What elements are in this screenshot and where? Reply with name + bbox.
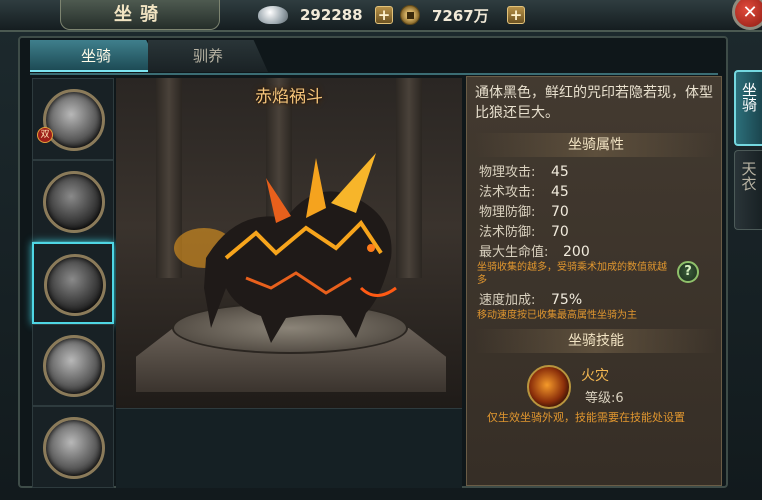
tab-mount[interactable]: 坐骑 <box>30 40 162 72</box>
stat-value: 70 <box>551 224 569 240</box>
skill-name: 火灾 <box>581 368 609 384</box>
mount-portrait-icon <box>43 417 105 479</box>
mount-info-panel: 通体黑色，鲜红的咒印若隐若现，体型比狼还巨大。 坐骑属性 物理攻击: 45 法术攻… <box>466 76 722 486</box>
window-title: 坐骑 <box>60 0 220 30</box>
stat-value: 200 <box>563 244 590 260</box>
stat-value: 45 <box>551 184 569 200</box>
mount-name: 赤焰祸斗 <box>255 87 323 107</box>
skill-level: 等级:6 <box>585 391 624 406</box>
stat-row: 物理防御: 70 <box>479 201 569 220</box>
stat-label: 物理攻击: <box>479 165 536 180</box>
stat-row: 物理攻击: 45 <box>479 161 569 180</box>
sidetab-robe-label: 天衣 <box>739 161 758 191</box>
mount-portrait-icon <box>43 171 105 233</box>
skill-heading: 坐骑技能 <box>475 329 717 353</box>
close-button[interactable]: ✕ <box>732 0 762 30</box>
gold-currency: 7267万 + <box>400 4 525 26</box>
speed-label: 速度加成: <box>479 293 536 308</box>
skill-note: 仅生效坐骑外观，技能需要在技能处设置 <box>487 411 685 424</box>
mount-portrait-icon <box>43 89 105 151</box>
stat-label: 物理防御: <box>479 205 536 220</box>
stat-row: 法术攻击: 45 <box>479 181 569 200</box>
stat-row: 法术防御: 70 <box>479 221 569 240</box>
title-bar: 坐骑 292288 + 7267万 + ✕ <box>0 0 762 32</box>
mount-slot[interactable] <box>32 406 114 488</box>
gold-coin-icon <box>400 5 420 25</box>
sidetab-mount-label: 坐骑 <box>740 82 758 112</box>
sidetab-mount[interactable]: 坐骑 <box>734 70 762 146</box>
mount-slot-selected[interactable] <box>32 242 114 324</box>
dual-badge: 双 <box>37 127 53 143</box>
collection-note: 坐骑收集的越多，受骑乘术加成的数值就越多 <box>477 262 667 286</box>
add-gold-button[interactable]: + <box>507 6 525 24</box>
stage-footer <box>116 408 462 488</box>
mount-display-stage[interactable] <box>116 78 462 408</box>
mount-slot[interactable] <box>32 324 114 406</box>
stat-value: 70 <box>551 204 569 220</box>
mount-slot[interactable]: 双 <box>32 78 114 160</box>
mount-portrait-icon <box>44 254 106 316</box>
silver-amount: 292288 <box>300 6 363 24</box>
attributes-heading: 坐骑属性 <box>475 133 717 157</box>
stat-label: 法术防御: <box>479 225 536 240</box>
gold-amount: 7267万 <box>432 6 489 25</box>
stat-value: 45 <box>551 164 569 180</box>
mount-slot[interactable] <box>32 160 114 242</box>
speed-value: 75% <box>551 292 583 308</box>
fire-skill-icon[interactable] <box>527 365 571 409</box>
mount-list: 双 <box>32 78 114 488</box>
mount-description: 通体黑色，鲜红的咒印若隐若现，体型比狼还巨大。 <box>475 85 713 121</box>
speed-row: 速度加成: 75% <box>479 289 582 308</box>
sidetab-celestial-robe[interactable]: 天衣 <box>734 150 762 230</box>
silver-ingot-icon <box>258 6 288 24</box>
tab-tame[interactable]: 驯养 <box>148 40 268 72</box>
stat-row: 最大生命值: 200 <box>479 241 590 260</box>
mount-portrait-icon <box>43 335 105 397</box>
tab-divider <box>30 73 718 75</box>
flame-beast-mount-icon <box>174 153 397 343</box>
help-icon[interactable]: ? <box>677 261 699 283</box>
add-silver-button[interactable]: + <box>375 6 393 24</box>
speed-note: 移动速度按已收集最高属性坐骑为主 <box>477 310 637 321</box>
stat-label: 最大生命值: <box>479 245 549 260</box>
silver-currency: 292288 + <box>258 4 393 26</box>
stat-label: 法术攻击: <box>479 185 536 200</box>
